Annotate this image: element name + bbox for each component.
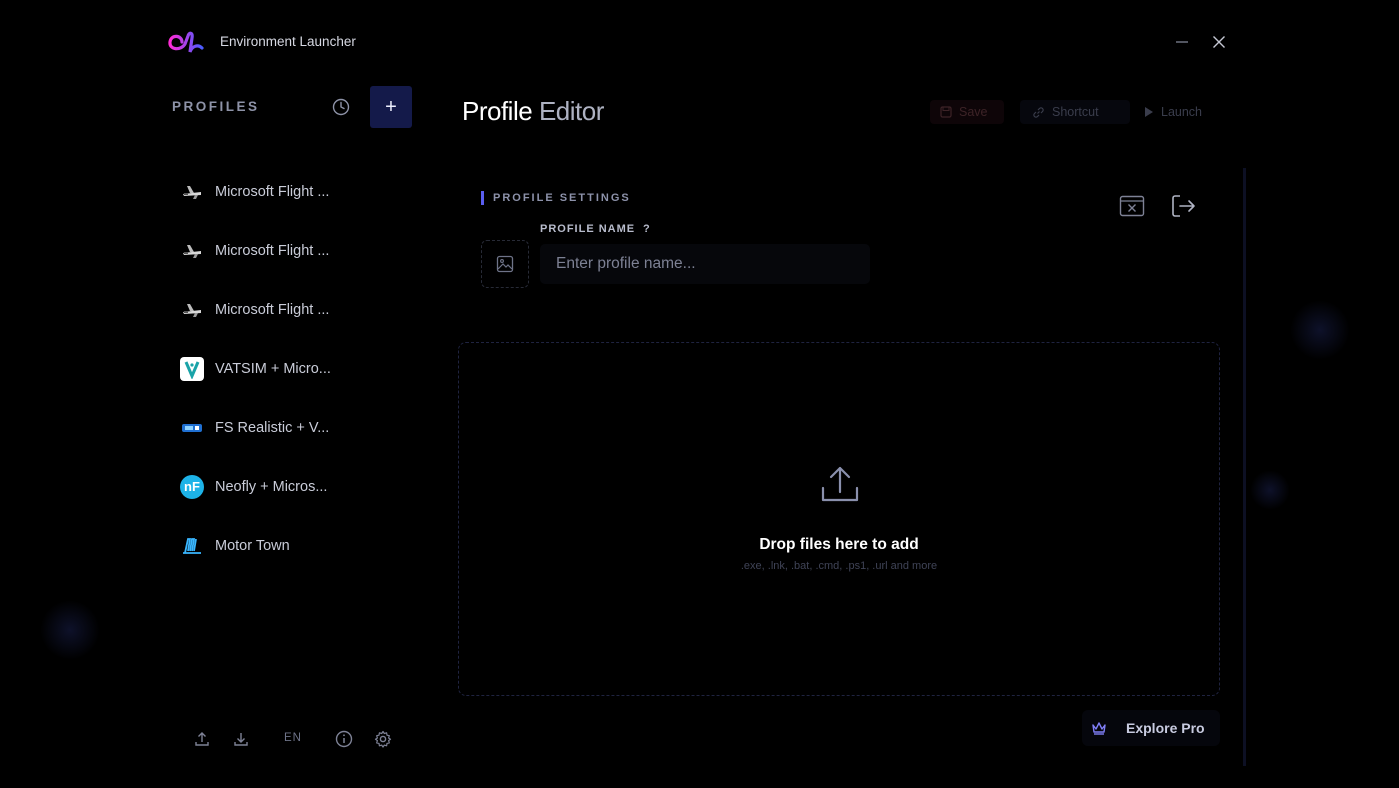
page-title: Profile Editor	[462, 96, 604, 127]
background-glow	[40, 600, 100, 660]
title-bar: Environment Launcher	[160, 20, 1240, 62]
profile-item[interactable]: Motor Town	[170, 516, 420, 575]
save-icon	[940, 106, 952, 118]
motor-town-icon	[180, 534, 204, 558]
settings-button[interactable]	[372, 728, 394, 750]
profile-image-picker[interactable]	[481, 240, 529, 288]
shortcut-label: Shortcut	[1052, 105, 1099, 119]
upload-icon	[195, 732, 209, 746]
close-icon	[1213, 36, 1225, 48]
download-icon	[234, 733, 248, 746]
profile-name-label: PROFILE NAME	[540, 223, 636, 235]
profiles-heading: PROFILES	[172, 99, 260, 114]
minimize-button[interactable]	[1170, 30, 1194, 54]
language-selector[interactable]: EN	[284, 732, 302, 744]
profile-label: VATSIM + Micro...	[215, 360, 331, 377]
shortcut-button[interactable]: Shortcut	[1020, 100, 1130, 124]
close-button[interactable]	[1207, 30, 1231, 54]
crown-icon	[1090, 719, 1108, 737]
play-icon	[1145, 107, 1153, 117]
import-button[interactable]	[230, 728, 252, 750]
save-label: Save	[959, 105, 988, 119]
profile-label: FS Realistic + V...	[215, 419, 330, 436]
profile-item[interactable]: Microsoft Flight ...	[170, 280, 420, 339]
profile-label: Motor Town	[215, 537, 290, 554]
history-button[interactable]	[330, 96, 352, 118]
section-accent-bar	[481, 191, 484, 205]
profile-label: Microsoft Flight ...	[215, 301, 330, 318]
logout-icon	[1172, 195, 1195, 217]
profile-item[interactable]: nF Neofly + Micros...	[170, 457, 420, 516]
help-icon[interactable]: ?	[643, 223, 650, 235]
gear-icon	[374, 730, 392, 748]
profile-item[interactable]: Microsoft Flight ...	[170, 221, 420, 280]
page-title-light: Editor	[538, 96, 604, 126]
neofly-logo-icon: nF	[180, 474, 204, 499]
drop-zone-title: Drop files here to add	[759, 536, 919, 553]
upload-icon	[820, 464, 860, 509]
profile-label: Neofly + Micros...	[215, 478, 328, 495]
explore-pro-button[interactable]: Explore Pro	[1082, 710, 1220, 746]
scrollbar[interactable]	[1243, 168, 1246, 766]
profile-list: Microsoft Flight ... Microsoft Flight ..…	[170, 162, 420, 575]
airliner-icon	[180, 180, 204, 204]
app-title: Environment Launcher	[220, 34, 356, 49]
vatsim-logo-icon	[180, 356, 204, 381]
launch-label: Launch	[1161, 105, 1203, 119]
file-drop-zone[interactable]: Drop files here to add .exe, .lnk, .bat,…	[458, 342, 1220, 696]
export-button[interactable]	[191, 728, 213, 750]
explore-pro-label: Explore Pro	[1126, 720, 1205, 736]
profile-item[interactable]: FS Realistic + V...	[170, 398, 420, 457]
profile-item[interactable]: Microsoft Flight ...	[170, 162, 420, 221]
add-profile-button[interactable]: +	[370, 86, 412, 128]
app-logo-icon	[168, 28, 206, 61]
info-icon	[335, 730, 353, 748]
drop-zone-subtitle: .exe, .lnk, .bat, .cmd, .ps1, .url and m…	[740, 560, 938, 572]
background-glow	[1250, 470, 1290, 510]
info-button[interactable]	[333, 728, 355, 750]
profile-label: Microsoft Flight ...	[215, 183, 330, 200]
profile-label: Microsoft Flight ...	[215, 242, 330, 259]
clock-icon	[332, 98, 350, 116]
profile-item[interactable]: VATSIM + Micro...	[170, 339, 420, 398]
minimize-icon	[1176, 41, 1188, 43]
image-icon	[496, 255, 514, 273]
fs-realistic-icon	[180, 416, 204, 440]
save-button[interactable]: Save	[930, 100, 1004, 124]
page-title-bold: Profile	[462, 96, 533, 126]
exit-editor-button[interactable]	[1170, 192, 1198, 220]
airliner-icon	[180, 298, 204, 322]
window-close-icon	[1119, 195, 1145, 217]
link-icon	[1033, 106, 1044, 118]
profile-settings-heading: PROFILE SETTINGS	[493, 192, 631, 204]
profile-name-input[interactable]	[540, 244, 870, 284]
sidebar-footer: EN	[190, 728, 410, 752]
airliner-icon	[180, 239, 204, 263]
background-glow	[1290, 300, 1350, 360]
clear-profile-button[interactable]	[1118, 192, 1146, 220]
sidebar-header: PROFILES +	[172, 86, 414, 128]
launch-button[interactable]: Launch	[1134, 100, 1224, 124]
